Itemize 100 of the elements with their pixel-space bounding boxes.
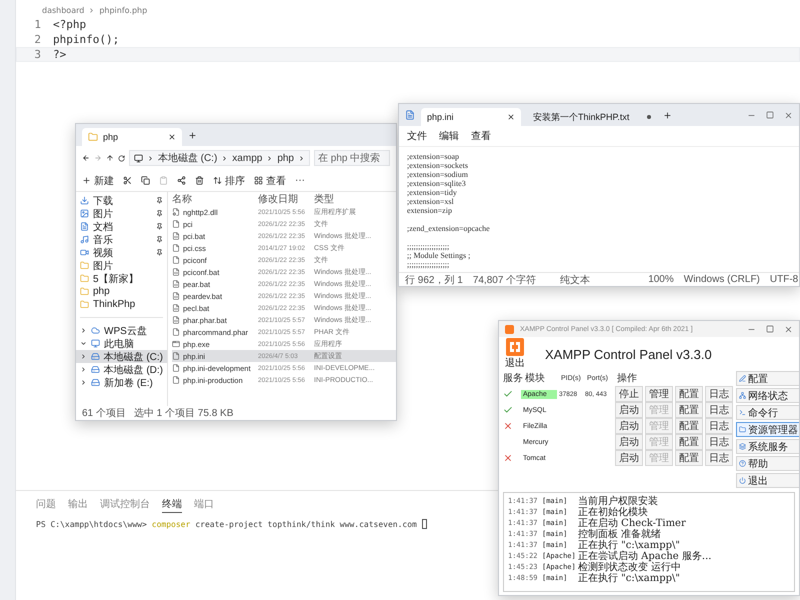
action-button[interactable]: 启动 <box>615 418 643 434</box>
side-button[interactable]: 系统服务 <box>736 439 799 454</box>
action-button[interactable]: 停止 <box>615 386 643 402</box>
panel-tab[interactable]: 端口 <box>194 497 214 513</box>
text-line: ;zend_extension=opcache <box>407 224 491 233</box>
status-text: 74,807 个字符 <box>472 274 536 286</box>
file-icon <box>172 208 180 216</box>
action-button[interactable]: 配置 <box>675 418 703 434</box>
action-button[interactable]: 启动 <box>615 450 643 466</box>
sidebar-item[interactable]: 5【新家】 <box>76 272 167 285</box>
panel-tab[interactable]: 问题 <box>36 497 56 513</box>
delete-icon[interactable] <box>195 176 204 185</box>
action-button[interactable]: 配置 <box>675 450 703 466</box>
refresh-icon[interactable] <box>118 154 125 162</box>
side-button[interactable]: 帮助 <box>736 456 799 471</box>
column-header[interactable]: 类型 <box>314 192 392 206</box>
address-segment[interactable]: xampp <box>232 152 262 164</box>
expand-icon[interactable] <box>80 327 87 334</box>
sidebar-item[interactable]: ThinkPhp <box>76 298 167 311</box>
status-text: 61 个项目 <box>82 407 126 420</box>
maximize-icon[interactable] <box>766 324 774 332</box>
sidebar-item[interactable]: php <box>76 285 167 298</box>
more-button[interactable]: ··· <box>295 175 305 186</box>
panel-tab[interactable]: 调试控制台 <box>100 497 150 513</box>
status-text: UTF-8 <box>770 274 798 285</box>
address-segment[interactable]: php <box>277 152 294 164</box>
action-button[interactable]: 配置 <box>675 434 703 450</box>
action-button[interactable]: 管理 <box>645 386 673 402</box>
window-tab[interactable]: 安装第一个ThinkPHP.txt <box>527 108 657 126</box>
panel-tab[interactable]: 输出 <box>68 497 88 513</box>
code-text: phpinfo(); <box>53 33 120 46</box>
expand-icon[interactable] <box>80 366 87 373</box>
close-icon[interactable] <box>168 133 176 141</box>
expand-icon[interactable] <box>80 340 87 347</box>
search-field[interactable]: 在 php 中搜索 <box>314 150 390 166</box>
file-icon <box>172 232 180 240</box>
terminal-command: composer <box>152 520 190 528</box>
maximize-icon[interactable] <box>766 110 774 118</box>
tree-item[interactable]: 本地磁盘 (D:) <box>76 363 167 376</box>
close-icon[interactable] <box>507 113 515 121</box>
view-button[interactable]: 查看 <box>254 174 286 188</box>
share-icon[interactable] <box>177 176 186 185</box>
text-line: ;extension=tidy <box>407 188 458 197</box>
config-icon <box>739 375 746 382</box>
side-button[interactable]: 资源管理器 <box>736 422 799 437</box>
sidebar-item[interactable]: 图片 <box>76 207 167 220</box>
action-button[interactable]: 日志 <box>705 386 733 402</box>
cut-icon[interactable] <box>123 176 132 185</box>
status-text: 100% <box>648 274 674 285</box>
new-tab-icon[interactable] <box>188 130 197 140</box>
action-button[interactable]: 启动 <box>615 434 643 450</box>
sidebar-item[interactable]: 图片 <box>76 259 167 272</box>
menu-item[interactable]: 编辑 <box>439 129 459 143</box>
action-button[interactable]: 日志 <box>705 402 733 418</box>
new-tab-icon[interactable] <box>663 110 672 120</box>
status-text: 选中 1 个项目 75.8 KB <box>134 406 234 420</box>
action-button[interactable]: 日志 <box>705 434 733 450</box>
sidebar-item[interactable]: 下载 <box>76 194 167 207</box>
action-button[interactable]: 日志 <box>705 418 733 434</box>
tree-item[interactable]: 新加卷 (E:) <box>76 376 167 389</box>
column-header: 操作 <box>617 372 638 385</box>
column-header[interactable]: 修改日期 <box>258 192 314 206</box>
download-icon <box>80 196 89 205</box>
side-button[interactable]: 网络状态 <box>736 388 799 403</box>
window-tab[interactable]: php <box>82 128 182 146</box>
window-tab[interactable]: php.ini <box>421 108 521 126</box>
action-button[interactable]: 启动 <box>615 402 643 418</box>
expand-icon[interactable] <box>80 353 87 360</box>
new-button[interactable]: 新建 <box>82 174 114 188</box>
side-button[interactable]: 退出 <box>736 473 799 488</box>
column-header[interactable]: 名称 <box>172 192 258 206</box>
file-icon <box>172 352 180 360</box>
log-message: 正在初始化模块 <box>578 506 648 518</box>
menu-item[interactable]: 查看 <box>471 129 491 143</box>
sidebar-item[interactable]: 音乐 <box>76 233 167 246</box>
sidebar-item[interactable]: 文档 <box>76 220 167 233</box>
menu-item[interactable]: 文件 <box>407 129 427 143</box>
tree-item[interactable]: 此电脑 <box>76 337 167 350</box>
sidebar-label: 视频 <box>93 246 113 260</box>
copy-icon[interactable] <box>141 176 150 185</box>
back-icon[interactable] <box>82 153 90 163</box>
up-icon[interactable] <box>106 153 114 163</box>
address-bar[interactable]: 本地磁盘 (C:) xampp php <box>128 150 310 166</box>
tree-item[interactable]: 本地磁盘 (C:) <box>76 350 167 363</box>
address-segment[interactable]: 本地磁盘 (C:) <box>158 151 218 165</box>
file-icon <box>172 328 180 336</box>
sort-button[interactable]: 排序 <box>213 174 245 188</box>
action-button[interactable]: 日志 <box>705 450 733 466</box>
action-button[interactable]: 配置 <box>675 402 703 418</box>
sidebar-item[interactable]: 视频 <box>76 246 167 259</box>
side-button[interactable]: 命令行 <box>736 405 799 420</box>
tree-item[interactable]: WPS云盘 <box>76 324 167 337</box>
cloud-icon <box>91 326 100 335</box>
breadcrumb-item[interactable]: phpinfo.php <box>99 6 148 15</box>
expand-icon[interactable] <box>80 379 87 386</box>
file-icon <box>172 304 180 312</box>
breadcrumb-item[interactable]: dashboard <box>42 6 84 15</box>
panel-tab[interactable]: 终端 <box>162 497 182 513</box>
side-button[interactable]: 配置 <box>736 371 799 386</box>
action-button[interactable]: 配置 <box>675 386 703 402</box>
